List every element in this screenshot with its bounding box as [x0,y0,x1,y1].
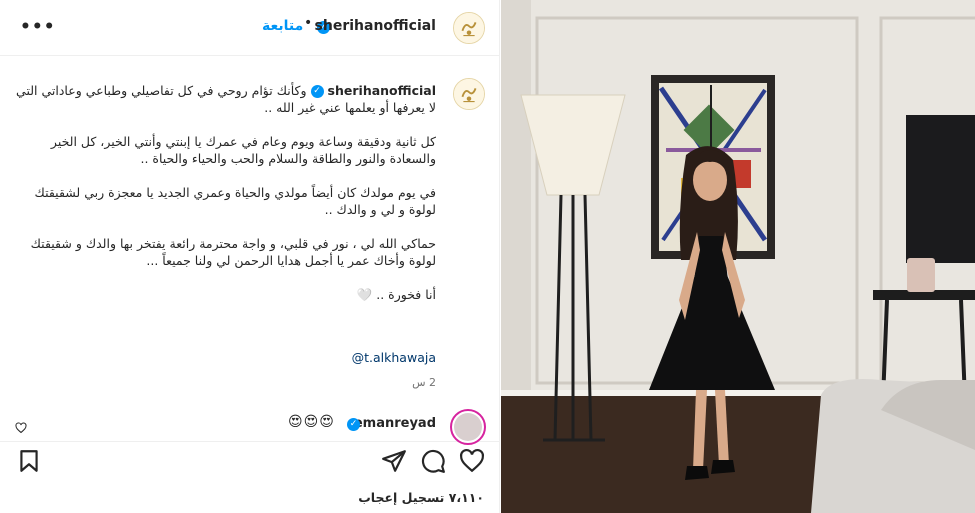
author-avatar[interactable] [453,12,485,44]
post-header: ••• متابعة • ✓ sherihanofficial [0,0,499,56]
caption-section: sherihanofficial ✓وكأنك تؤام روحي في كل ت… [0,56,499,406]
author-username[interactable]: sherihanofficial [315,18,436,34]
caption-username[interactable]: sherihanofficial [328,83,436,98]
share-icon[interactable] [381,448,407,474]
comment-row: emanreyad ✓ 😍😍😍 [0,406,499,445]
comment-icon[interactable] [420,448,446,474]
verified-badge-icon: ✓ [347,418,360,431]
likes-count[interactable]: ٧،١١٠ تسجيل إعجاب [358,490,484,505]
bookmark-icon[interactable] [16,448,42,474]
commenter-username[interactable]: emanreyad [354,416,436,431]
post-timestamp: 2 س [412,376,436,389]
author-logo-icon [454,79,484,109]
commenter-avatar[interactable] [450,409,486,445]
caption-text: sherihanofficial ✓وكأنك تؤام روحي في كل ت… [16,82,436,303]
caption-body: وكأنك تؤام روحي في كل تفاصيلي وطباعي وعا… [16,83,436,302]
mention-link[interactable]: @t.alkhawaja [352,350,436,365]
photo-scene [501,0,975,513]
like-heart-icon[interactable] [459,448,485,474]
post-detail-panel: ••• متابعة • ✓ sherihanofficial sherihan… [0,0,500,513]
separator-dot: • [304,15,313,31]
comment-text: 😍😍😍 [288,414,335,430]
caption-author-avatar[interactable] [453,78,485,110]
verified-badge-icon: ✓ [310,85,324,98]
follow-button[interactable]: متابعة [262,18,303,34]
author-logo-icon [454,13,484,43]
post-photo[interactable] [501,0,975,513]
more-options-icon[interactable]: ••• [20,17,56,37]
action-bar: ٧،١١٠ تسجيل إعجاب [0,442,499,513]
comment-like-heart-icon[interactable] [15,422,27,434]
